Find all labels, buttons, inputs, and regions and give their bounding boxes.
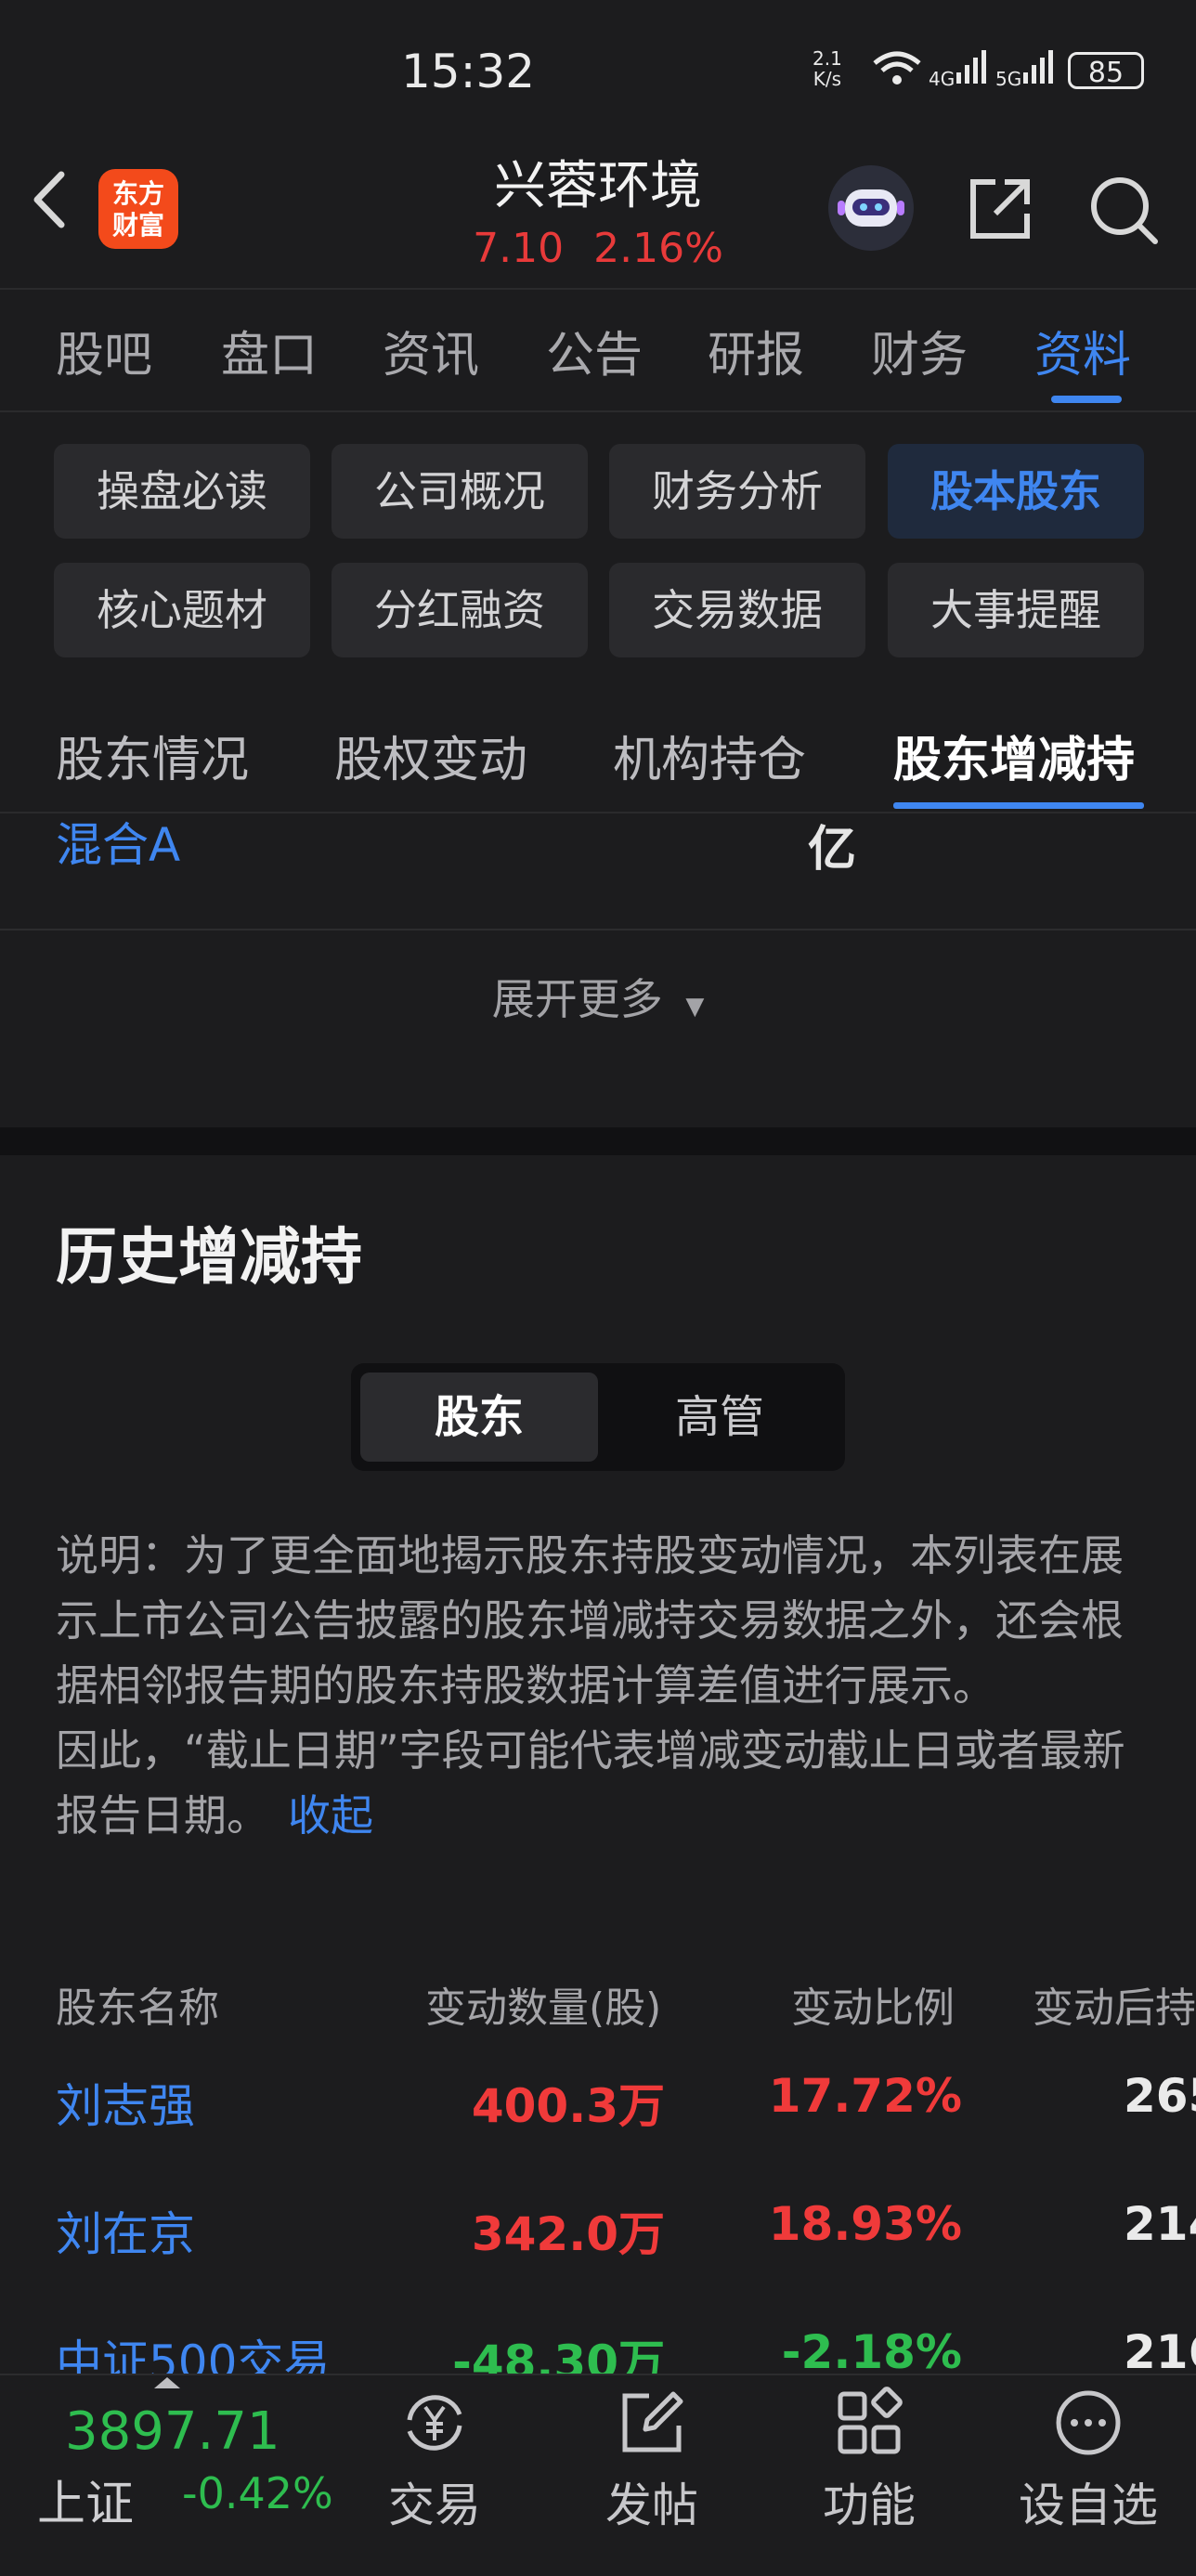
index-value[interactable]: 3897.71 [65, 2401, 280, 2462]
col-header-name: 股东名称 [56, 1984, 219, 2032]
col-header-pct: 变动比例 [791, 1984, 955, 2032]
chip-company-overview[interactable]: 公司概况 [332, 444, 588, 539]
nav-trade[interactable]: 交易 [351, 2387, 518, 2535]
signal-4g-icon: 4G [929, 48, 992, 90]
search-icon[interactable] [1086, 173, 1161, 247]
tab-research[interactable]: 研报 [708, 316, 804, 385]
chip-trading-data[interactable]: 交易数据 [609, 563, 865, 657]
nav-trade-label: 交易 [388, 2478, 481, 2532]
row-pct: 17.72% [768, 2069, 962, 2123]
chip-dividend-financing[interactable]: 分红融资 [332, 563, 588, 657]
row-qty: 342.0万 [471, 2207, 665, 2261]
tab-news[interactable]: 资讯 [383, 316, 479, 385]
caret-down-icon: ▼ [685, 993, 705, 1021]
subtab-shareholder-status[interactable]: 股东情况 [56, 721, 249, 790]
status-time: 15:32 [401, 45, 536, 98]
caret-up-icon [154, 2377, 180, 2388]
tab-announcements[interactable]: 公告 [546, 316, 643, 385]
battery-indicator: 85 [1068, 52, 1144, 89]
subtab-holding-changes[interactable]: 股东增减持 [893, 721, 1135, 790]
more-icon [1052, 2387, 1124, 2459]
row-qty: 400.3万 [471, 2079, 665, 2133]
tab-guba[interactable]: 股吧 [56, 316, 152, 385]
nav-add-watchlist-label: 设自选 [1019, 2478, 1158, 2532]
chip-trading-must-read[interactable]: 操盘必读 [54, 444, 310, 539]
col-header-qty: 变动数量(股) [425, 1984, 662, 2032]
row-pct: 18.93% [768, 2197, 962, 2251]
row-after: 265 [1124, 2069, 1196, 2123]
grid-icon [833, 2387, 905, 2459]
chip-event-reminders[interactable]: 大事提醒 [888, 563, 1144, 657]
nav-post-label: 发帖 [605, 2478, 698, 2532]
nav-functions-label: 功能 [823, 2478, 916, 2532]
segment-executives[interactable]: 高管 [604, 1373, 836, 1462]
index-name[interactable]: 上证 [37, 2465, 134, 2534]
share-icon[interactable] [964, 173, 1036, 245]
signal-5g-icon: 5G [995, 48, 1059, 90]
stock-change: 2.16% [593, 225, 723, 272]
collapse-link[interactable]: 收起 [288, 1790, 373, 1841]
section-gap [0, 1127, 1196, 1155]
expand-more-button[interactable]: 展开更多 ▼ [0, 966, 1196, 1027]
tab-profile[interactable]: 资料 [1034, 316, 1131, 385]
yen-exchange-icon [398, 2387, 471, 2459]
tab-pankou[interactable]: 盘口 [221, 316, 318, 385]
description: 说明：为了更全面地揭示股东持股变动情况，本列表在展示上市公司公告披露的股东增减持… [56, 1523, 1142, 1848]
nav-add-watchlist[interactable]: 设自选 [1005, 2387, 1172, 2535]
stock-price: 7.10 [473, 225, 565, 272]
row-after: 216 [1124, 2325, 1196, 2379]
wifi-icon [871, 50, 923, 91]
segment-shareholders[interactable]: 股东 [360, 1373, 598, 1462]
edit-icon [616, 2387, 688, 2459]
tab-indicator [1051, 396, 1122, 403]
robot-assistant-icon[interactable] [828, 165, 914, 251]
col-header-after: 变动后持 [1033, 1984, 1196, 2032]
row-pct: -2.18% [781, 2325, 962, 2379]
nav-functions[interactable]: 功能 [786, 2387, 953, 2535]
description-text: 说明：为了更全面地揭示股东持股变动情况，本列表在展示上市公司公告披露的股东增减持… [56, 1530, 1125, 1841]
tab-finance[interactable]: 财务 [871, 316, 968, 385]
chip-financial-analysis[interactable]: 财务分析 [609, 444, 865, 539]
partial-row-value: 亿 [808, 822, 857, 878]
expand-more-label: 展开更多 [491, 974, 663, 1024]
index-change[interactable]: -0.42% [182, 2468, 333, 2518]
chip-core-themes[interactable]: 核心题材 [54, 563, 310, 657]
nav-post[interactable]: 发帖 [568, 2387, 735, 2535]
row-name[interactable]: 刘在京 [56, 2197, 195, 2264]
net-speed: 2.1 K/s [812, 47, 842, 90]
row-after: 214 [1124, 2197, 1196, 2251]
section-title: 历史增减持 [56, 1221, 362, 1293]
partial-row-name[interactable]: 混合A [56, 808, 180, 875]
divider [0, 929, 1196, 930]
subtab-institution-holdings[interactable]: 机构持仓 [613, 721, 806, 790]
subtab-equity-change[interactable]: 股权变动 [334, 721, 527, 790]
row-name[interactable]: 刘志强 [56, 2069, 195, 2136]
chip-shareholders[interactable]: 股本股东 [888, 444, 1144, 539]
subtab-indicator [893, 802, 1144, 809]
